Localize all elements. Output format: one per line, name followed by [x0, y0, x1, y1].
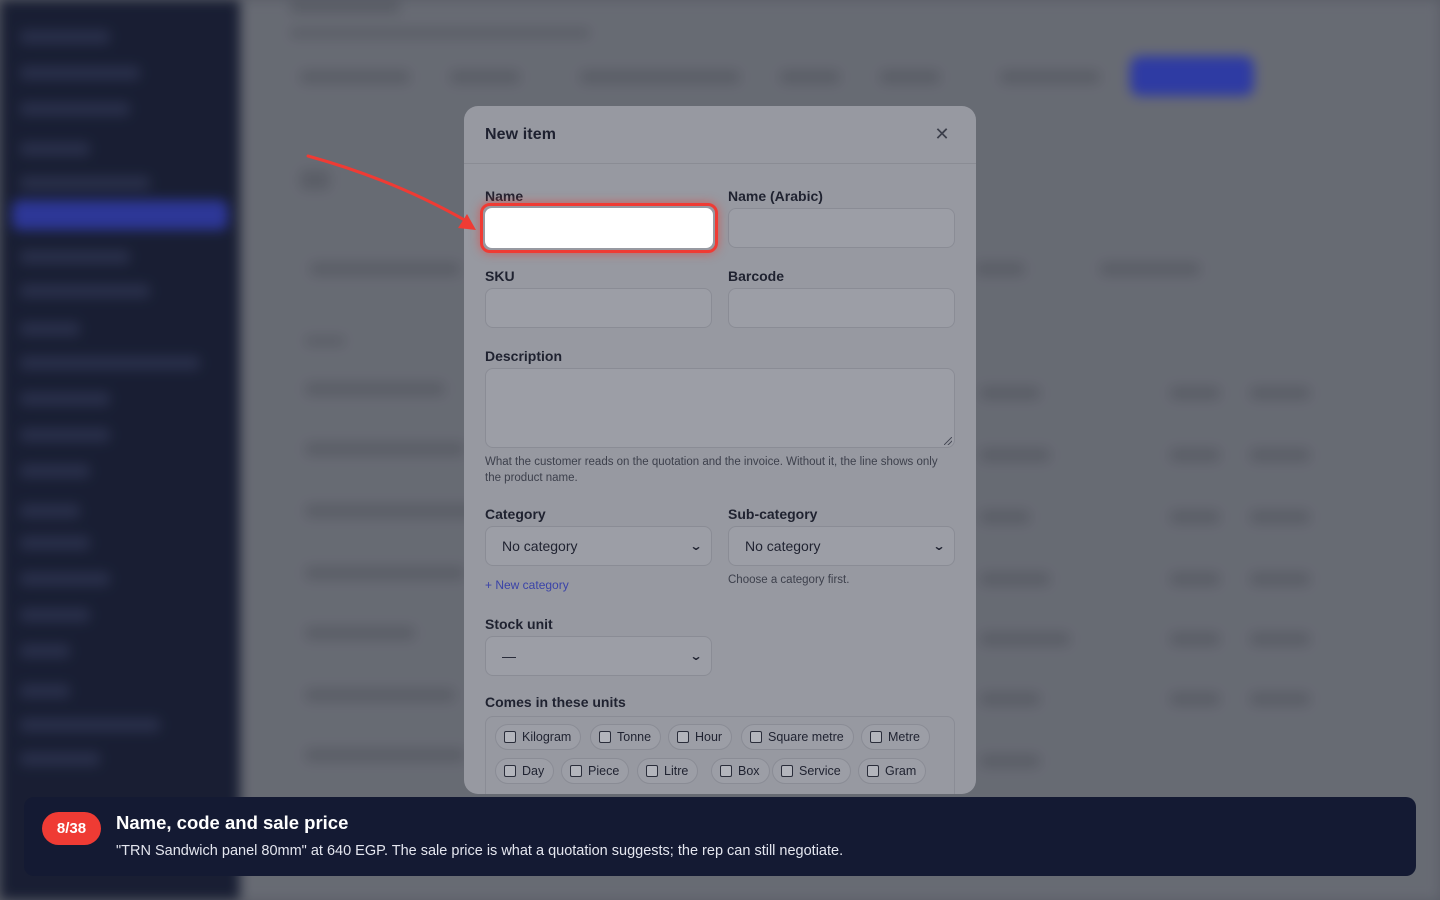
- category-select[interactable]: No category ⌄: [485, 526, 712, 566]
- checkbox[interactable]: [504, 765, 516, 777]
- unit-label: Hour: [695, 730, 723, 744]
- checkbox[interactable]: [720, 765, 732, 777]
- chevron-down-icon: ⌄: [689, 539, 703, 553]
- unit-chip-piece[interactable]: Piece: [561, 758, 630, 784]
- units-label: Comes in these units: [485, 694, 626, 710]
- barcode-input[interactable]: [728, 288, 955, 328]
- subcategory-select-value: No category: [745, 538, 821, 554]
- close-icon[interactable]: ✕: [930, 123, 954, 147]
- unit-label: Day: [522, 764, 545, 778]
- unit-chip-service[interactable]: Service: [772, 758, 851, 784]
- checkbox[interactable]: [677, 731, 689, 743]
- description-label: Description: [485, 348, 563, 364]
- sku-input[interactable]: [485, 288, 712, 328]
- tour-step-text: "TRN Sandwich panel 80mm" at 640 EGP. Th…: [116, 843, 844, 859]
- checkbox[interactable]: [870, 731, 882, 743]
- checkbox[interactable]: [781, 765, 793, 777]
- checkbox[interactable]: [599, 731, 611, 743]
- barcode-label: Barcode: [728, 268, 785, 284]
- resize-grip-icon[interactable]: [944, 437, 952, 445]
- description-hint: What the customer reads on the quotation…: [485, 456, 938, 484]
- sku-label: SKU: [485, 268, 515, 284]
- unit-chip-litre[interactable]: Litre: [637, 758, 699, 784]
- unit-chip-square-metre[interactable]: Square metre: [741, 724, 854, 750]
- unit-chip-tonne[interactable]: Tonne: [590, 724, 662, 750]
- unit-label: Service: [799, 764, 841, 778]
- modal-header: New item ✕: [464, 106, 976, 164]
- unit-label: Square metre: [768, 730, 844, 744]
- tour-step-badge: 8/38: [42, 812, 101, 845]
- unit-label: Litre: [664, 764, 689, 778]
- unit-chip-metre[interactable]: Metre: [861, 724, 930, 750]
- checkbox[interactable]: [570, 765, 582, 777]
- stock-unit-label: Stock unit: [485, 616, 553, 632]
- unit-label: Piece: [588, 764, 620, 778]
- subcategory-select[interactable]: No category ⌄: [728, 526, 955, 566]
- unit-label: Box: [738, 764, 760, 778]
- tour-arrow-icon: [306, 154, 476, 230]
- unit-chip-hour[interactable]: Hour: [668, 724, 733, 750]
- checkbox[interactable]: [504, 731, 516, 743]
- unit-chip-box[interactable]: Box: [711, 758, 770, 784]
- name-arabic-input[interactable]: [728, 208, 955, 248]
- unit-chip-gram[interactable]: Gram: [858, 758, 927, 784]
- name-input[interactable]: [485, 208, 713, 248]
- stock-unit-select[interactable]: — ⌄: [485, 636, 712, 676]
- unit-label: Kilogram: [522, 730, 572, 744]
- name-label: Name: [485, 188, 524, 204]
- units-checkbox-group: Kilogram Tonne Hour Square metre Metre D…: [485, 716, 955, 794]
- chevron-down-icon: ⌄: [932, 539, 946, 553]
- subcategory-hint: Choose a category first.: [728, 574, 850, 586]
- chevron-down-icon: ⌄: [689, 649, 703, 663]
- tour-banner: 8/38 Name, code and sale price "TRN Sand…: [24, 797, 1416, 876]
- stock-unit-select-value: —: [502, 648, 516, 664]
- tour-step-title: Name, code and sale price: [116, 812, 349, 833]
- checkbox[interactable]: [750, 731, 762, 743]
- category-select-value: No category: [502, 538, 578, 554]
- unit-label: Metre: [888, 730, 920, 744]
- unit-chip-kilogram[interactable]: Kilogram: [495, 724, 582, 750]
- category-label: Category: [485, 506, 546, 522]
- description-textarea[interactable]: [485, 368, 955, 448]
- unit-label: Tonne: [617, 730, 652, 744]
- checkbox[interactable]: [646, 765, 658, 777]
- new-category-link[interactable]: + New category: [485, 578, 569, 592]
- name-arabic-label: Name (Arabic): [728, 188, 823, 204]
- unit-chip-day[interactable]: Day: [495, 758, 555, 784]
- subcategory-label: Sub-category: [728, 506, 818, 522]
- modal-title: New item: [485, 125, 557, 143]
- unit-label: Gram: [885, 764, 917, 778]
- checkbox[interactable]: [867, 765, 879, 777]
